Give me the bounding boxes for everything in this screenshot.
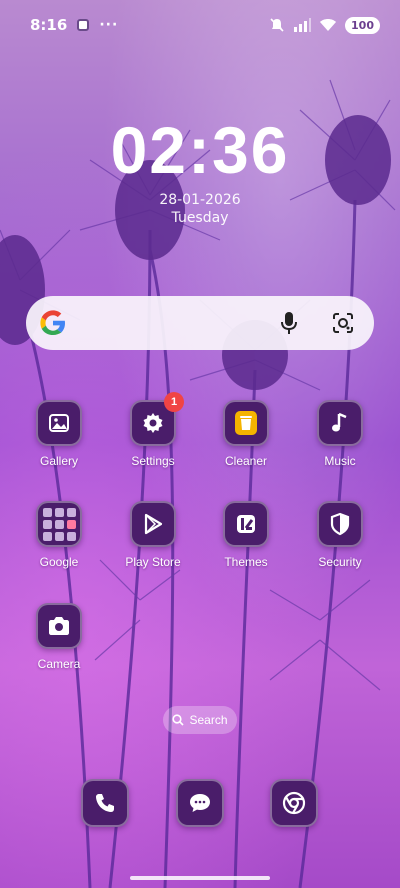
dock-chrome[interactable] xyxy=(270,779,318,827)
notification-badge: 1 xyxy=(164,392,184,412)
app-label: Gallery xyxy=(39,454,78,468)
camera-lens-icon xyxy=(333,313,353,333)
clock-date: 28-01-2026 xyxy=(159,192,241,208)
app-cleaner[interactable]: Cleaner xyxy=(206,400,286,468)
clock-day: Tuesday xyxy=(171,210,229,226)
app-label: Music xyxy=(324,454,356,468)
app-music[interactable]: Music xyxy=(300,400,380,468)
search-icon xyxy=(172,714,185,726)
app-themes[interactable]: Themes xyxy=(206,501,286,569)
home-search-label: Search xyxy=(189,713,228,727)
camera-icon xyxy=(36,603,82,649)
trash-icon xyxy=(223,400,269,446)
dock-messages[interactable] xyxy=(176,779,224,827)
shield-icon xyxy=(317,501,363,547)
folder-icon xyxy=(36,501,82,547)
status-time: 8:16 xyxy=(30,16,68,34)
gear-icon: 1 xyxy=(130,392,184,446)
status-left: 8:16 ··· xyxy=(30,16,118,34)
mute-icon xyxy=(270,18,284,32)
signal-icon xyxy=(294,18,312,32)
status-bar: 8:16 ··· 100 xyxy=(0,0,400,50)
gallery-icon xyxy=(36,400,82,446)
google-logo-icon xyxy=(40,310,65,335)
app-security[interactable]: Security xyxy=(300,501,380,569)
app-settings[interactable]: 1 Settings xyxy=(113,392,193,468)
voice-search-button[interactable] xyxy=(274,308,304,338)
battery-indicator: 100 xyxy=(345,16,380,34)
phone-icon xyxy=(96,794,114,812)
microphone-icon xyxy=(281,312,297,334)
status-right: 100 xyxy=(269,16,380,34)
app-label: Settings xyxy=(131,454,175,468)
dock-phone[interactable] xyxy=(81,779,129,827)
lens-search-button[interactable] xyxy=(328,308,358,338)
app-label: Play Store xyxy=(125,555,181,569)
music-note-icon xyxy=(317,400,363,446)
home-search-button[interactable]: Search xyxy=(163,706,237,734)
app-camera[interactable]: Camera xyxy=(19,603,99,671)
clock-time: 02:36 xyxy=(110,113,290,187)
play-icon xyxy=(130,501,176,547)
app-label: Camera xyxy=(37,657,81,671)
clock-widget[interactable]: 02:36 28-01-2026 Tuesday xyxy=(0,110,400,226)
message-icon xyxy=(190,794,210,812)
app-play-store[interactable]: Play Store xyxy=(113,501,193,569)
app-gallery[interactable]: Gallery xyxy=(19,400,99,468)
app-label: Cleaner xyxy=(224,454,268,468)
google-search-bar[interactable] xyxy=(26,296,374,350)
navigation-gesture-bar[interactable] xyxy=(130,876,270,880)
app-google-folder[interactable]: Google xyxy=(19,501,99,569)
themes-icon xyxy=(223,501,269,547)
wifi-icon xyxy=(320,19,337,31)
chrome-icon xyxy=(282,791,306,815)
notification-app-icon xyxy=(77,19,90,31)
folder-preview xyxy=(42,507,76,541)
app-label: Security xyxy=(318,555,362,569)
more-notifications-icon: ··· xyxy=(99,17,119,33)
app-label: Themes xyxy=(224,555,268,569)
app-label: Google xyxy=(39,555,79,569)
